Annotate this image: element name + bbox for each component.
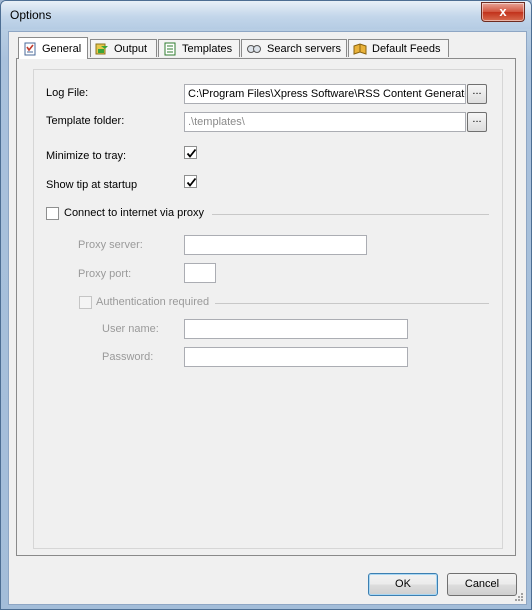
feeds-icon [353, 42, 367, 56]
show-tip-checkbox[interactable] [184, 175, 197, 188]
user-name-field[interactable] [184, 319, 408, 339]
show-tip-label: Show tip at startup [46, 179, 138, 191]
close-button[interactable]: x [481, 2, 525, 22]
password-label: Password: [102, 351, 154, 363]
ok-button[interactable]: OK [368, 573, 438, 596]
proxy-port-field[interactable] [184, 263, 216, 283]
log-file-field[interactable]: C:\Program Files\Xpress Software\RSS Con… [184, 84, 466, 104]
checkmark-icon [186, 148, 197, 158]
dialog-client: General Output Templates Search servers [8, 31, 527, 605]
cancel-button[interactable]: Cancel [447, 573, 517, 596]
tab-default-feeds[interactable]: Default Feeds [348, 39, 449, 57]
auth-group-divider [215, 303, 489, 304]
template-folder-field[interactable]: .\templates\ [184, 112, 466, 132]
options-window: Options x General Output Templates Searc… [0, 0, 532, 610]
log-file-label: Log File: [46, 87, 89, 99]
minimize-tray-label: Minimize to tray: [46, 150, 127, 162]
minimize-tray-checkbox[interactable] [184, 146, 197, 159]
proxy-checkbox[interactable] [46, 207, 59, 220]
template-folder-label: Template folder: [46, 115, 125, 127]
proxy-server-label: Proxy server: [78, 239, 143, 251]
proxy-label: Connect to internet via proxy [64, 207, 205, 219]
template-folder-browse-button[interactable]: ... [467, 112, 487, 132]
proxy-port-label: Proxy port: [78, 268, 132, 280]
tab-templates[interactable]: Templates [158, 39, 240, 57]
window-title: Options [10, 8, 52, 22]
templates-icon [163, 42, 177, 56]
tab-default-feeds-label: Default Feeds [372, 42, 441, 55]
title-bar[interactable]: Options x [1, 1, 531, 29]
tab-templates-label: Templates [182, 42, 233, 55]
general-tab-panel: Log File: C:\Program Files\Xpress Softwa… [16, 58, 516, 556]
checkmark-icon [186, 177, 197, 187]
password-field[interactable] [184, 347, 408, 367]
auth-required-label: Authentication required [96, 296, 210, 308]
user-name-label: User name: [102, 323, 159, 335]
resize-grip-icon[interactable] [514, 592, 524, 602]
checklist-icon [23, 42, 37, 56]
output-icon [95, 42, 109, 56]
tab-output[interactable]: Output [90, 39, 157, 57]
auth-required-checkbox[interactable] [79, 296, 92, 309]
close-icon: x [499, 4, 507, 19]
tab-general[interactable]: General [18, 37, 88, 59]
proxy-server-field[interactable] [184, 235, 367, 255]
tab-search-servers[interactable]: Search servers [241, 39, 347, 57]
search-servers-icon [246, 42, 262, 56]
proxy-group-divider [212, 214, 489, 215]
tab-output-label: Output [114, 42, 148, 55]
general-settings-area: Log File: C:\Program Files\Xpress Softwa… [33, 69, 503, 549]
tab-general-label: General [42, 42, 82, 55]
log-file-browse-button[interactable]: ... [467, 84, 487, 104]
tab-search-servers-label: Search servers [267, 42, 341, 55]
